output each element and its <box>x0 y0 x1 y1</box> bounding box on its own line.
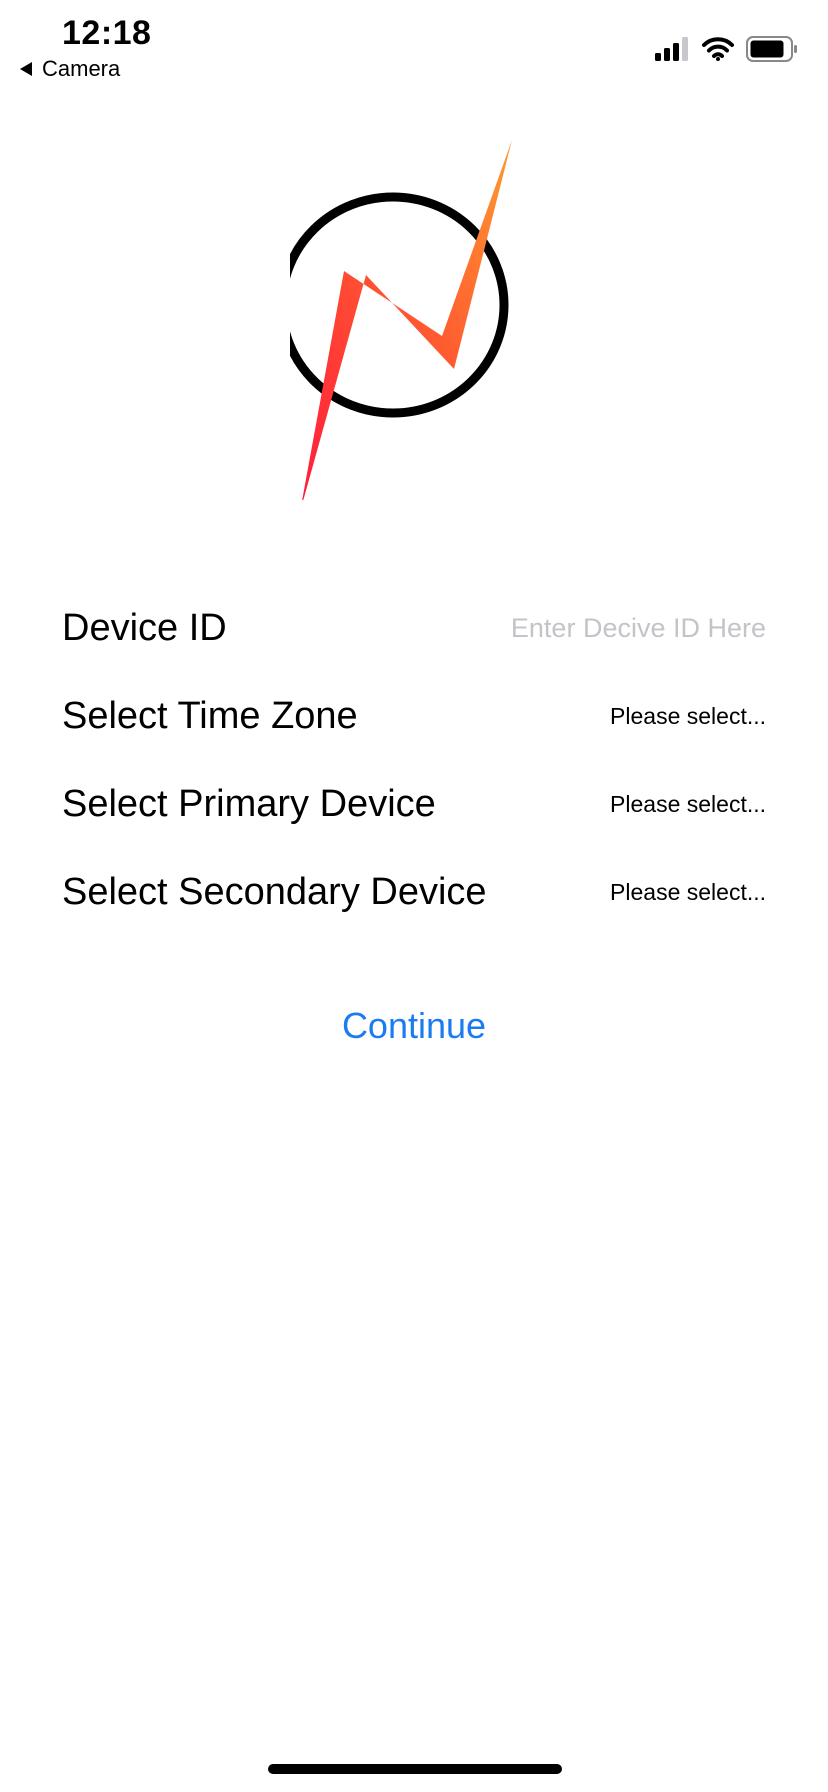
cellular-signal-icon <box>655 37 688 61</box>
time-zone-row[interactable]: Select Time Zone Please select... <box>62 686 766 746</box>
status-time: 12:18 <box>62 14 152 52</box>
secondary-device-label: Select Secondary Device <box>62 870 487 913</box>
home-indicator[interactable] <box>268 1764 562 1774</box>
time-zone-label: Select Time Zone <box>62 694 358 737</box>
time-zone-selector[interactable]: Please select... <box>610 703 766 730</box>
primary-device-label: Select Primary Device <box>62 782 436 825</box>
device-id-row: Device ID <box>62 598 766 658</box>
status-icons <box>654 36 798 62</box>
secondary-device-selector[interactable]: Please select... <box>610 879 766 906</box>
back-label: Camera <box>42 56 121 81</box>
back-to-camera-button[interactable]: Camera <box>20 56 120 82</box>
secondary-device-row[interactable]: Select Secondary Device Please select... <box>62 862 766 922</box>
primary-device-row[interactable]: Select Primary Device Please select... <box>62 774 766 834</box>
device-id-input[interactable] <box>466 612 766 644</box>
continue-button[interactable]: Continue <box>0 1005 828 1047</box>
primary-device-selector[interactable]: Please select... <box>610 791 766 818</box>
back-triangle-icon <box>20 62 32 76</box>
battery-icon <box>746 36 797 62</box>
device-id-label: Device ID <box>62 606 227 649</box>
lightning-bolt-logo <box>290 140 512 500</box>
wifi-icon <box>702 37 734 61</box>
